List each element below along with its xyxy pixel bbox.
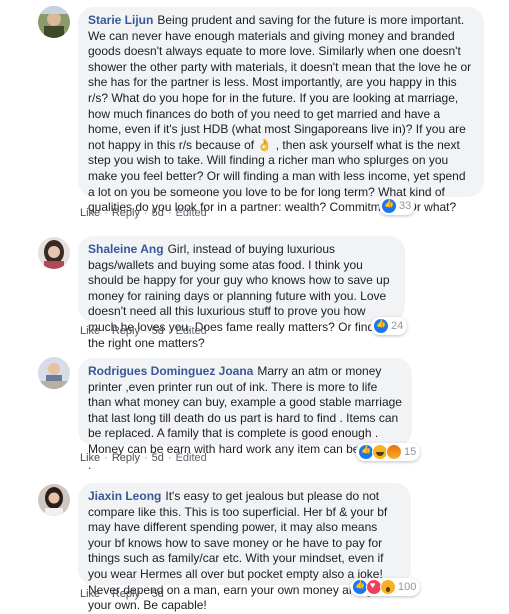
comment-bubble: Starie Lijun Being prudent and saving for… [78, 7, 484, 214]
avatar[interactable] [38, 237, 70, 269]
comment-author[interactable]: Jiaxin Leong [88, 489, 161, 503]
reaction-count: 24 [391, 320, 404, 332]
reaction-count: 15 [404, 446, 417, 458]
edited-label[interactable]: Edited [176, 207, 207, 219]
avatar[interactable] [38, 357, 70, 389]
like-link[interactable]: Like [80, 588, 100, 600]
comment-actions: Like · Reply · 5d · Edited [80, 452, 207, 464]
comment-bubble: Rodrigues Dominguez Joana Marry an atm or… [78, 358, 412, 472]
comment-bubble: Shaleine Ang Girl, instead of buying luxu… [78, 236, 405, 350]
like-link[interactable]: Like [80, 452, 100, 464]
comment-author[interactable]: Rodrigues Dominguez Joana [88, 364, 253, 378]
comment-text: Being prudent and saving for the future … [88, 13, 472, 215]
edited-label[interactable]: Edited [176, 325, 207, 337]
reply-link[interactable]: Reply [112, 325, 140, 337]
reply-link[interactable]: Reply [112, 207, 140, 219]
like-link[interactable]: Like [80, 207, 100, 219]
timestamp[interactable]: 5d [152, 588, 164, 600]
reaction-summary[interactable]: 100 [350, 578, 421, 596]
timestamp[interactable]: 5d [152, 452, 164, 464]
reaction-summary[interactable]: 33 [379, 197, 416, 215]
reaction-count: 100 [398, 581, 417, 593]
like-reaction-icon [373, 318, 389, 334]
reaction-count: 33 [399, 200, 412, 212]
avatar[interactable] [38, 6, 70, 38]
reply-link[interactable]: Reply [112, 452, 140, 464]
angry-reaction-icon [386, 444, 402, 460]
reaction-summary[interactable]: 24 [371, 317, 408, 335]
edited-label[interactable]: Edited [176, 452, 207, 464]
comment-actions: Like · Reply · 5d [80, 588, 164, 600]
timestamp[interactable]: 5d [152, 207, 164, 219]
avatar[interactable] [38, 484, 70, 516]
comment-actions: Like · Reply · 5d · Edited [80, 207, 207, 219]
timestamp[interactable]: 5d [152, 325, 164, 337]
reaction-summary[interactable]: 15 [356, 443, 421, 461]
like-link[interactable]: Like [80, 325, 100, 337]
like-reaction-icon [381, 198, 397, 214]
comment-actions: Like · Reply · 5d · Edited [80, 325, 207, 337]
wow-reaction-icon [380, 579, 396, 595]
comment-bubble: Jiaxin Leong It's easy to get jealous but… [78, 483, 411, 612]
comment-author[interactable]: Starie Lijun [88, 13, 153, 27]
reply-link[interactable]: Reply [112, 588, 140, 600]
comment-author[interactable]: Shaleine Ang [88, 242, 164, 256]
